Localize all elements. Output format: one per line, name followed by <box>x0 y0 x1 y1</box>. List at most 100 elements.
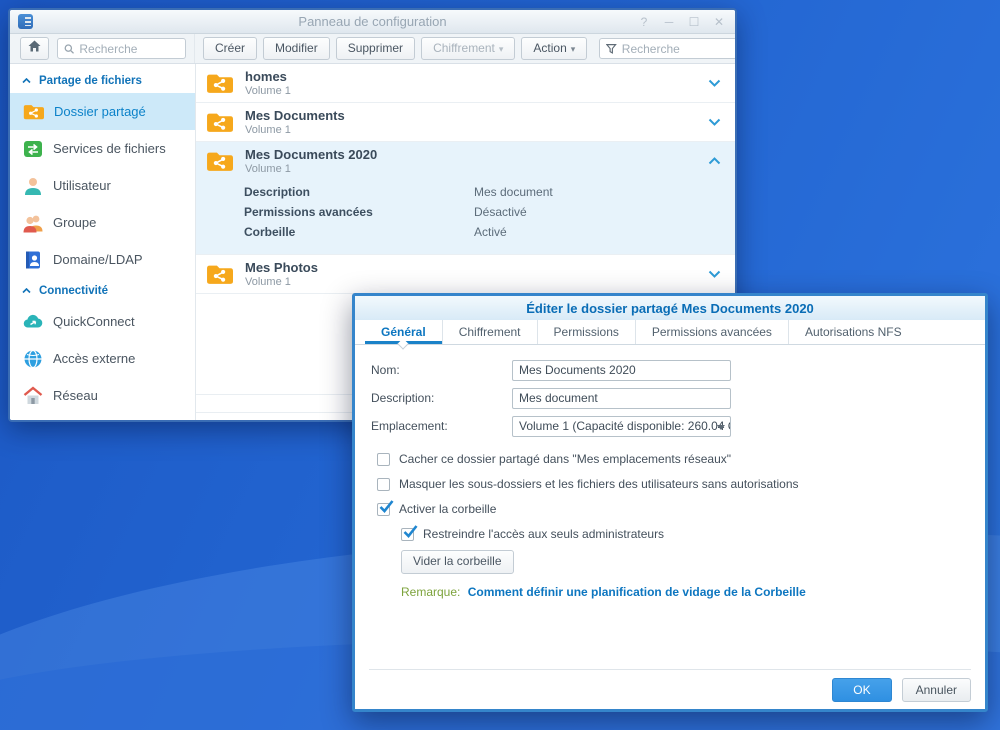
sidebar: Partage de fichiers Dossier partagé Serv… <box>10 64 195 420</box>
chevron-down-icon <box>717 425 725 430</box>
checkmark-icon <box>379 499 394 514</box>
network-icon <box>23 386 43 406</box>
folder-name: Mes Documents <box>245 108 345 123</box>
encryption-dropdown-button[interactable]: Chiffrement▾ <box>421 37 515 61</box>
folder-row-mes-documents[interactable]: Mes Documents Volume 1 <box>196 103 735 142</box>
home-button[interactable] <box>20 37 49 60</box>
chevron-down-icon[interactable] <box>708 118 721 126</box>
sidebar-item-shared-folder[interactable]: Dossier partagé <box>10 93 195 130</box>
checkbox-checked[interactable] <box>401 528 414 541</box>
tab-general[interactable]: Général <box>365 320 442 344</box>
location-label: Emplacement: <box>371 419 512 433</box>
dialog-footer: OK Annuler <box>369 669 971 709</box>
folder-row-mes-photos[interactable]: Mes Photos Volume 1 <box>196 255 735 294</box>
titlebar[interactable]: Panneau de configuration ? ─ ☐ ✕ <box>10 10 735 34</box>
group-icon <box>23 213 43 233</box>
folder-volume: Volume 1 <box>245 124 345 136</box>
sidebar-item-network[interactable]: Réseau <box>10 377 195 414</box>
sidebar-item-dhcp-server[interactable]: Serveur DHCP <box>10 414 195 420</box>
hide-subfolders-checkbox-row[interactable]: Masquer les sous-dossiers et les fichier… <box>377 476 969 492</box>
action-dropdown-button[interactable]: Action▾ <box>521 37 587 61</box>
domain-ldap-icon <box>23 250 43 270</box>
sidebar-search[interactable] <box>57 38 186 59</box>
chevron-up-icon <box>22 78 31 84</box>
note: Remarque: Comment définir une planificat… <box>401 585 969 599</box>
close-icon[interactable]: ✕ <box>713 16 725 28</box>
checkbox-label: Restreindre l'accès aux seuls administra… <box>423 527 664 541</box>
maximize-icon[interactable]: ☐ <box>688 16 700 28</box>
dialog-title[interactable]: Éditer le dossier partagé Mes Documents … <box>355 296 985 320</box>
dialog-body: Nom: Description: Emplacement: Volume 1 … <box>355 345 985 669</box>
create-button[interactable]: Créer <box>203 37 257 61</box>
detail-row: Permissions avancées Désactivé <box>244 202 735 222</box>
sidebar-item-group[interactable]: Groupe <box>10 204 195 241</box>
sidebar-section-connectivity[interactable]: Connectivité <box>10 278 195 303</box>
edit-shared-folder-dialog: Éditer le dossier partagé Mes Documents … <box>352 293 988 712</box>
dialog-tabs: Général Chiffrement Permissions Permissi… <box>355 320 985 345</box>
chevron-down-icon[interactable] <box>708 270 721 278</box>
recycle-schedule-link[interactable]: Comment définir une planification de vid… <box>468 585 806 599</box>
user-icon <box>23 176 43 196</box>
location-select[interactable]: Volume 1 (Capacité disponible: 260.04 Go <box>512 416 731 437</box>
name-label: Nom: <box>371 363 512 377</box>
sidebar-search-input[interactable] <box>79 42 179 56</box>
toolbar: Créer Modifier Supprimer Chiffrement▾ Ac… <box>10 34 735 64</box>
folder-row-homes[interactable]: homes Volume 1 <box>196 64 735 103</box>
checkbox-label: Activer la corbeille <box>399 502 496 516</box>
window-title: Panneau de configuration <box>10 14 735 29</box>
chevron-up-icon <box>22 288 31 294</box>
restrict-admin-checkbox-row[interactable]: Restreindre l'accès aux seuls administra… <box>401 526 969 542</box>
magnifier-icon <box>64 43 74 55</box>
tab-advanced-permissions[interactable]: Permissions avancées <box>635 320 788 344</box>
tab-permissions[interactable]: Permissions <box>537 320 635 344</box>
sidebar-item-user[interactable]: Utilisateur <box>10 167 195 204</box>
home-icon <box>28 40 41 52</box>
hide-folder-checkbox-row[interactable]: Cacher ce dossier partagé dans "Mes empl… <box>377 451 969 467</box>
folder-row-mes-documents-2020[interactable]: Mes Documents 2020 Volume 1 Description … <box>196 142 735 255</box>
empty-recycle-bin-button[interactable]: Vider la corbeille <box>401 550 514 574</box>
filter-search[interactable] <box>599 38 737 59</box>
ok-button[interactable]: OK <box>832 678 891 702</box>
shared-folder-icon <box>206 263 233 286</box>
name-field[interactable] <box>512 360 731 381</box>
folder-volume: Volume 1 <box>245 163 377 175</box>
shared-folder-icon <box>206 150 233 173</box>
shared-folder-icon <box>206 111 233 134</box>
sidebar-section-file-sharing[interactable]: Partage de fichiers <box>10 68 195 93</box>
tab-encryption[interactable]: Chiffrement <box>442 320 537 344</box>
checkmark-icon <box>403 524 418 539</box>
checkbox-unchecked[interactable] <box>377 453 390 466</box>
checkbox-label: Cacher ce dossier partagé dans "Mes empl… <box>399 452 731 466</box>
chevron-down-icon: ▾ <box>571 44 576 54</box>
file-services-icon <box>23 139 43 159</box>
sidebar-item-quickconnect[interactable]: QuickConnect <box>10 303 195 340</box>
detail-row: Description Mes document <box>244 182 735 202</box>
checkbox-unchecked[interactable] <box>377 478 390 491</box>
chevron-up-icon[interactable] <box>708 157 721 165</box>
cancel-button[interactable]: Annuler <box>902 678 971 702</box>
description-label: Description: <box>371 391 512 405</box>
modify-button[interactable]: Modifier <box>263 37 330 61</box>
delete-button[interactable]: Supprimer <box>336 37 415 61</box>
sidebar-item-file-services[interactable]: Services de fichiers <box>10 130 195 167</box>
folder-name: homes <box>245 69 291 84</box>
shared-folder-icon <box>23 103 44 121</box>
checkbox-checked[interactable] <box>377 503 390 516</box>
description-field[interactable] <box>512 388 731 409</box>
external-access-icon <box>23 349 43 369</box>
folder-name: Mes Photos <box>245 260 318 275</box>
enable-recycle-bin-checkbox-row[interactable]: Activer la corbeille <box>377 501 969 517</box>
folder-volume: Volume 1 <box>245 85 291 97</box>
folder-details: Description Mes document Permissions ava… <box>196 180 735 254</box>
chevron-down-icon[interactable] <box>708 79 721 87</box>
checkbox-label: Masquer les sous-dossiers et les fichier… <box>399 477 799 491</box>
minimize-icon[interactable]: ─ <box>663 16 675 28</box>
shared-folder-icon <box>206 72 233 95</box>
sidebar-item-external-access[interactable]: Accès externe <box>10 340 195 377</box>
tab-nfs-permissions[interactable]: Autorisations NFS <box>788 320 918 344</box>
help-icon[interactable]: ? <box>638 16 650 28</box>
sidebar-item-domain-ldap[interactable]: Domaine/LDAP <box>10 241 195 278</box>
folder-name: Mes Documents 2020 <box>245 147 377 162</box>
filter-search-input[interactable] <box>622 42 731 56</box>
detail-row: Corbeille Activé <box>244 222 735 242</box>
